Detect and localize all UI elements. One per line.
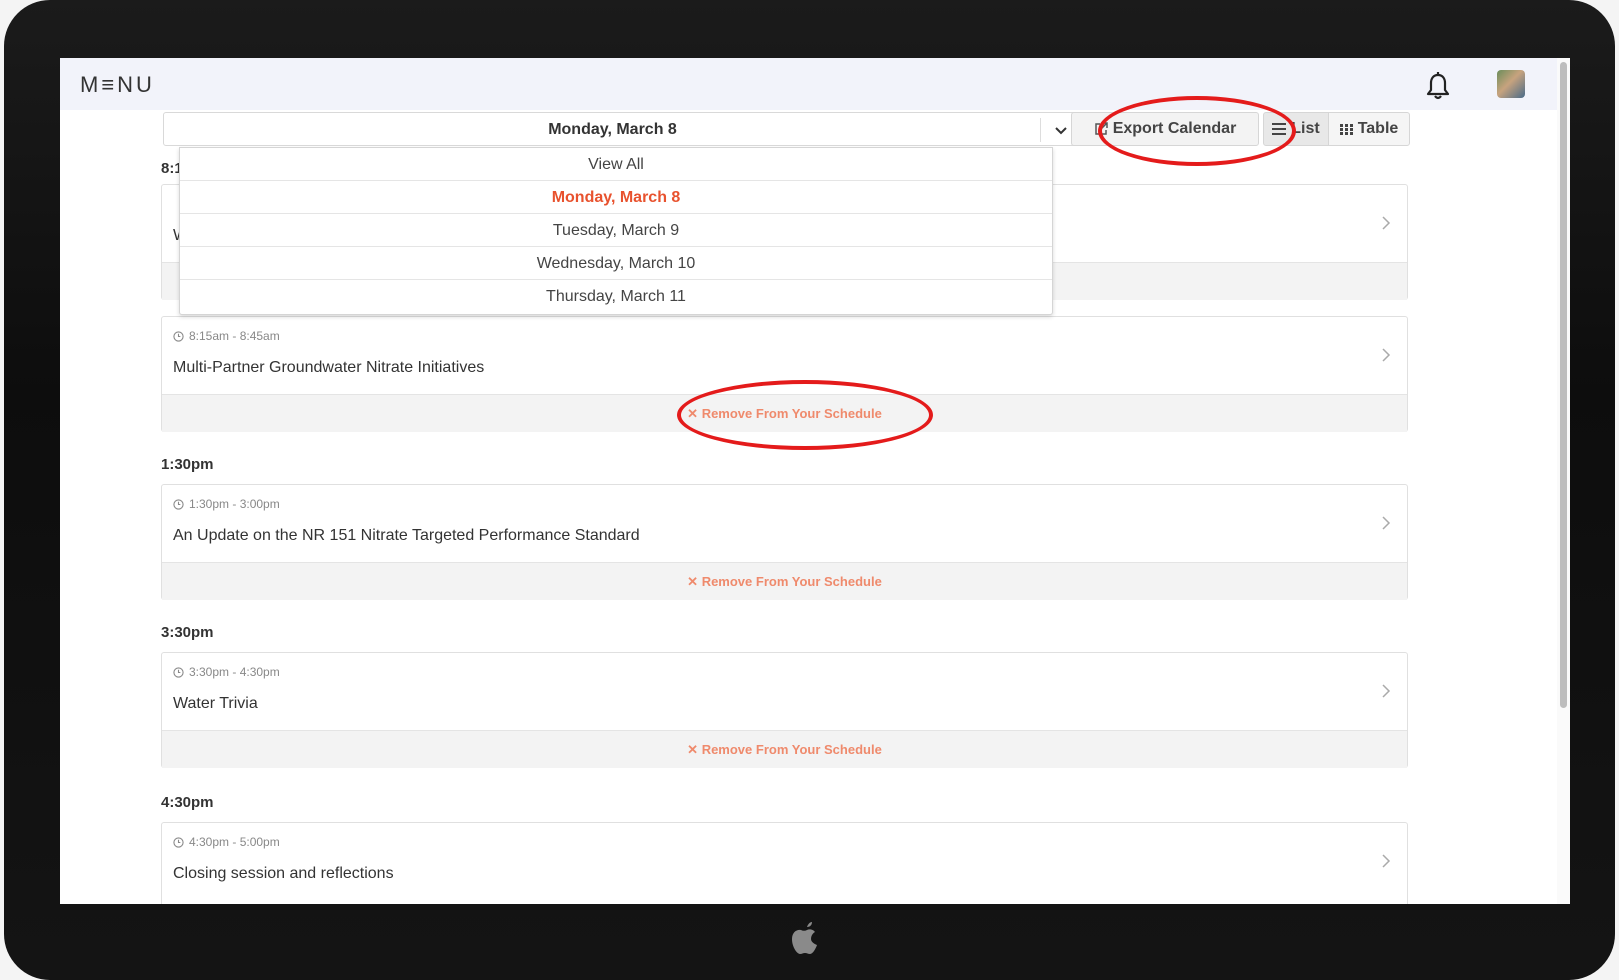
menu-logo[interactable]: M≡NU bbox=[80, 72, 155, 98]
session-time-range: 8:15am - 8:45am bbox=[173, 329, 280, 343]
session-card[interactable]: 1:30pm - 3:00pm An Update on the NR 151 … bbox=[161, 484, 1408, 600]
session-title[interactable]: An Update on the NR 151 Nitrate Targeted… bbox=[173, 527, 640, 545]
time-group-label: 4:30pm bbox=[161, 794, 214, 811]
table-view-label: Table bbox=[1357, 120, 1399, 137]
dropdown-option-view-all[interactable]: View All bbox=[180, 148, 1052, 181]
table-view-button[interactable]: Table bbox=[1328, 112, 1410, 146]
session-footer: ✕ Remove From Your Schedule bbox=[162, 730, 1407, 768]
remove-from-schedule-label: Remove From Your Schedule bbox=[701, 742, 882, 757]
clock-icon bbox=[173, 666, 184, 678]
tablet-frame: M≡NU Monday, March 8 Export Calendar Lis… bbox=[4, 0, 1615, 980]
remove-from-schedule-button[interactable]: ✕ Remove From Your Schedule bbox=[162, 742, 1407, 758]
session-card[interactable]: 4:30pm - 5:00pm Closing session and refl… bbox=[161, 822, 1408, 904]
date-filter-select[interactable]: Monday, March 8 bbox=[163, 112, 1106, 146]
app-screen: M≡NU Monday, March 8 Export Calendar Lis… bbox=[60, 58, 1570, 904]
notification-bell-icon[interactable] bbox=[1424, 71, 1452, 101]
time-group-label: 3:30pm bbox=[161, 624, 214, 641]
remove-highlight-circle bbox=[677, 380, 933, 450]
clock-icon bbox=[173, 330, 184, 342]
session-footer: ✕ Remove From Your Schedule bbox=[162, 562, 1407, 600]
dropdown-option-monday[interactable]: Monday, March 8 bbox=[180, 181, 1052, 214]
time-group-label: 1:30pm bbox=[161, 456, 214, 473]
session-time-range: 3:30pm - 4:30pm bbox=[173, 665, 280, 679]
session-time-range: 4:30pm - 5:00pm bbox=[173, 835, 280, 849]
export-highlight-circle bbox=[1098, 96, 1296, 166]
grid-icon bbox=[1339, 123, 1353, 135]
select-divider bbox=[1040, 118, 1041, 142]
dropdown-option-thursday[interactable]: Thursday, March 11 bbox=[180, 280, 1052, 313]
date-dropdown-menu: View All Monday, March 8 Tuesday, March … bbox=[179, 147, 1053, 315]
chevron-right-icon[interactable] bbox=[1380, 853, 1392, 869]
session-time-text: 1:30pm - 3:00pm bbox=[189, 497, 280, 511]
session-time-text: 3:30pm - 4:30pm bbox=[189, 665, 280, 679]
session-title[interactable]: Water Trivia bbox=[173, 695, 258, 713]
chevron-right-icon[interactable] bbox=[1380, 215, 1392, 231]
clock-icon bbox=[173, 498, 184, 510]
session-card[interactable]: 3:30pm - 4:30pm Water Trivia ✕ Remove Fr… bbox=[161, 652, 1408, 768]
dropdown-option-wednesday[interactable]: Wednesday, March 10 bbox=[180, 247, 1052, 280]
dropdown-option-tuesday[interactable]: Tuesday, March 9 bbox=[180, 214, 1052, 247]
user-avatar[interactable] bbox=[1497, 70, 1525, 98]
chevron-right-icon[interactable] bbox=[1380, 683, 1392, 699]
date-filter-value: Monday, March 8 bbox=[548, 121, 677, 138]
chevron-right-icon[interactable] bbox=[1380, 515, 1392, 531]
session-title[interactable]: Multi-Partner Groundwater Nitrate Initia… bbox=[173, 359, 484, 377]
clock-icon bbox=[173, 836, 184, 848]
remove-from-schedule-label: Remove From Your Schedule bbox=[701, 574, 882, 589]
session-time-text: 4:30pm - 5:00pm bbox=[189, 835, 280, 849]
chevron-right-icon[interactable] bbox=[1380, 347, 1392, 363]
apple-logo-icon bbox=[792, 922, 817, 954]
top-bar: M≡NU bbox=[60, 58, 1570, 110]
scrollbar[interactable] bbox=[1557, 58, 1570, 904]
session-time-range: 1:30pm - 3:00pm bbox=[173, 497, 280, 511]
session-title[interactable]: Closing session and reflections bbox=[173, 865, 394, 883]
session-time-text: 8:15am - 8:45am bbox=[189, 329, 280, 343]
remove-from-schedule-button[interactable]: ✕ Remove From Your Schedule bbox=[162, 574, 1407, 590]
scrollbar-thumb[interactable] bbox=[1560, 62, 1567, 708]
